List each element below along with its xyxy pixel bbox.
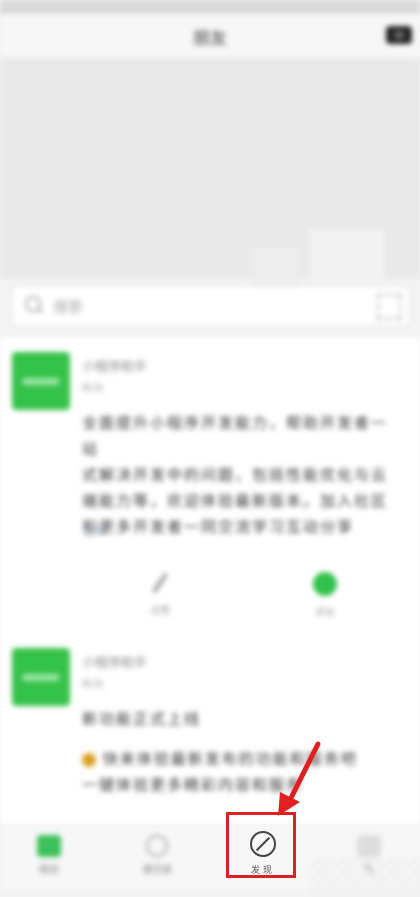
post-body: 全面提升小程序开发能力，帮助开发者一站 式解决开发中的问题，包括性能优化与云 端…: [82, 410, 400, 540]
comment-button[interactable]: 评论: [300, 572, 350, 619]
highlight-box: [226, 812, 296, 878]
avatar[interactable]: [12, 648, 70, 706]
avatar[interactable]: [12, 352, 70, 410]
like-icon: [152, 572, 168, 594]
post-line: 新功能正式上线: [82, 710, 202, 728]
post-meta: 昨天: [82, 678, 104, 691]
contacts-icon: [146, 835, 168, 857]
post-line: 一键体验更多精彩内容和服务: [82, 776, 304, 794]
post-line: 式解决开发中的问题，包括性能优化与云: [82, 466, 389, 484]
comment-icon: [313, 572, 337, 596]
post-meta: 昨天: [82, 382, 104, 395]
annotation-arrow-icon: [278, 741, 321, 816]
blurred-background: 朋友 搜索 小程序助手 昨天 全面提升小程序开发能力，帮助开发者一站 式解决开发…: [0, 0, 420, 897]
comment-label: 评论: [315, 608, 335, 619]
search-bar[interactable]: 搜索: [12, 286, 410, 326]
post-author[interactable]: 小程序助手: [82, 652, 147, 671]
scan-icon[interactable]: [377, 294, 401, 320]
post-body: 新功能正式上线 快来体验最新发布的功能和服务吧 一键体验更多精彩内容和服务: [82, 706, 400, 798]
tab-chats[interactable]: 微信: [14, 825, 84, 889]
tab-contacts[interactable]: 通讯录: [122, 825, 192, 889]
post-author[interactable]: 小程序助手: [82, 356, 147, 375]
post-line: 全面提升小程序开发能力，帮助开发者一站: [82, 414, 389, 458]
post-line: 端能力等，欢迎体验最新版本。加入社区: [82, 492, 389, 510]
page-title: 朋友: [193, 29, 227, 49]
search-icon: [25, 296, 41, 312]
cover-image[interactable]: [0, 58, 420, 300]
post-actions: 点赞 评论: [0, 572, 420, 622]
me-icon: [357, 835, 381, 857]
tab-label: 通讯录: [142, 865, 172, 876]
search-placeholder: 搜索: [53, 298, 84, 316]
header: 朋友: [0, 14, 420, 58]
post-line: 和更多开发者一同交流学习互动分享: [82, 518, 355, 536]
like-button[interactable]: 点赞: [140, 572, 180, 617]
like-label: 点赞: [150, 606, 170, 617]
camera-icon[interactable]: [386, 26, 412, 44]
status-bar: [0, 0, 420, 14]
chat-icon: [37, 835, 61, 857]
post-more-link[interactable]: 全文: [82, 522, 106, 539]
tab-label: 微信: [39, 865, 59, 876]
watermark-pattern: [310, 857, 420, 897]
emoji-icon: [82, 752, 96, 767]
post-line-with-emoji: 快来体验最新发布的功能和服务吧: [82, 746, 400, 772]
